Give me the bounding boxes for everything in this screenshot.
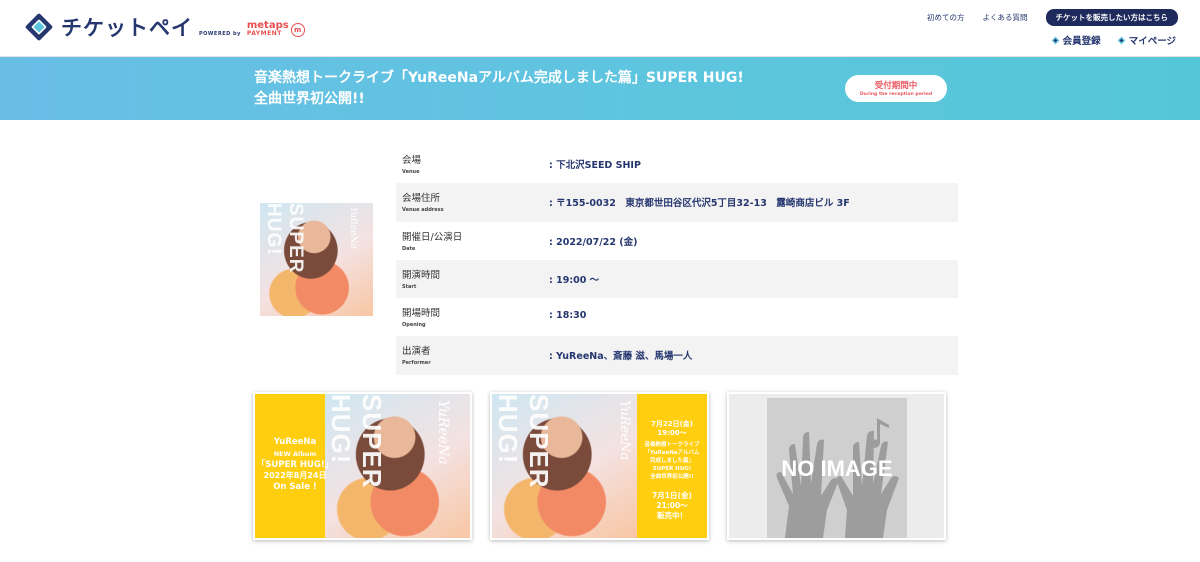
gallery-image-2[interactable]: SUPER HUG! YuReeNa 7月22日(金) 19:00～ 音楽熱想ト… xyxy=(490,392,709,540)
detail-row-performer: 出演者 Performer : YuReeNa、斎藤 滋、馬場一人 xyxy=(396,336,958,375)
register-link[interactable]: 会員登録 xyxy=(1051,33,1101,47)
partner-logo-bottom: PAYMENT xyxy=(246,29,282,37)
flyer-sale-date: 7月1日(金) xyxy=(652,491,692,500)
site-header: チケットペイ POWERED by metaps PAYMENT m 初めての方… xyxy=(0,0,1200,57)
header-user-nav: 会員登録 マイページ xyxy=(1035,33,1176,47)
detail-value: : YuReeNa、斎藤 滋、馬場一人 xyxy=(549,351,693,363)
gallery-image-3[interactable]: NO IMAGE xyxy=(727,392,946,540)
flyer-release-date: 2022年8月24日 xyxy=(263,471,327,480)
detail-value: : 2022/07/22 (金) xyxy=(549,236,638,248)
detail-label: 開催日/公演日 xyxy=(402,231,463,243)
detail-label-en: Venue xyxy=(402,169,420,175)
detail-value: : 18:30 xyxy=(549,310,587,322)
event-title: 音楽熱想トークライブ「YuReeNaアルバム完成しました篇」SUPER HUG!… xyxy=(254,70,744,107)
flyer-sale-time: 21:00～ xyxy=(656,501,688,510)
flyer-sale-text: On Sale ! xyxy=(273,482,317,492)
detail-label-en: Performer xyxy=(402,360,431,367)
event-main-image[interactable]: SUPER HUG! YuReeNa xyxy=(260,203,373,316)
flyer-artist-name: YuReeNa xyxy=(273,437,317,447)
partner-badge-icon: m xyxy=(290,23,305,37)
main-vertical-title: SUPER HUG! xyxy=(263,203,306,274)
diamond-icon xyxy=(1051,36,1059,44)
detail-row-opening: 開場時間 Opening : 18:30 xyxy=(396,298,958,336)
detail-label: 出演者 xyxy=(402,346,431,358)
diamond-icon xyxy=(1117,36,1126,44)
detail-label-en: Start xyxy=(402,283,417,290)
detail-value: : 下北沢SEED SHIP xyxy=(549,160,641,171)
main-script-title: YuReeNa xyxy=(348,207,358,249)
seller-button[interactable]: チケットを販売したい方はこちら xyxy=(1045,9,1178,26)
flyer-event-line: 完成しました篇」 xyxy=(649,458,694,464)
status-label-ja: 受付期間中 xyxy=(874,81,918,91)
event-details-table: 会場 Venue : 下北沢SEED SHIP 会場住所 Venue addre… xyxy=(396,145,958,375)
detail-row-address: 会場住所 Venue address : 〒155-0032 東京都世田谷区代沢… xyxy=(396,183,958,222)
flyer-album-label: NEW Album xyxy=(273,450,317,458)
detail-label-en: Opening xyxy=(402,322,426,329)
detail-value: : 〒155-0032 東京都世田谷区代沢5丁目32-13 露崎商店ビル 3F xyxy=(549,198,850,210)
detail-label: 会場住所 xyxy=(402,193,441,205)
detail-row-date: 開催日/公演日 Date : 2022/07/22 (金) xyxy=(396,222,958,260)
flyer-event-line: 音楽熱想トークライブ xyxy=(644,442,700,448)
flyer-event-line: SUPER HUG! xyxy=(652,466,692,472)
gallery-image-1[interactable]: SUPER HUG! YuReeNa YuReeNa NEW Album 「SU… xyxy=(253,392,472,540)
link-beginners[interactable]: 初めての方 xyxy=(927,12,965,23)
detail-label: 開演時間 xyxy=(402,269,441,281)
detail-label: 開場時間 xyxy=(402,308,441,320)
detail-row-start: 開演時間 Start : 19:00 ～ xyxy=(396,259,958,299)
mypage-label: マイページ xyxy=(1128,36,1176,47)
flyer-event-date: 7月22日(金) xyxy=(650,420,693,428)
detail-value: : 19:00 ～ xyxy=(549,274,600,286)
flyer-event-line: 全曲世界初公開!! xyxy=(650,474,694,480)
ticket-logo-icon xyxy=(25,13,53,41)
flyer-script-title: YuReeNa xyxy=(617,400,632,461)
no-image-text: NO IMAGE xyxy=(781,456,893,481)
status-label-en: During the reception period xyxy=(859,92,933,97)
flyer-script-title: YuReeNa xyxy=(435,400,451,465)
event-banner: 音楽熱想トークライブ「YuReeNaアルバム完成しました篇」SUPER HUG!… xyxy=(0,57,1200,120)
register-label: 会員登録 xyxy=(1062,36,1101,47)
detail-label: 会場 xyxy=(402,155,422,166)
partner-logo-top: metaps xyxy=(246,19,289,31)
flyer-sale-status: 販売中！ xyxy=(657,511,687,520)
detail-label-en: Venue address xyxy=(402,207,444,214)
site-logo[interactable]: チケットペイ POWERED by metaps PAYMENT m xyxy=(24,11,305,43)
status-badge: 受付期間中 During the reception period xyxy=(845,75,947,102)
link-faq[interactable]: よくある質問 xyxy=(983,12,1028,23)
header-top-links: 初めての方 よくある質問 チケットを販売したい方はこちら xyxy=(927,9,1178,26)
logo-text: チケットペイ xyxy=(61,16,193,40)
mypage-link[interactable]: マイページ xyxy=(1117,33,1176,47)
flyer-vertical-title: SUPER HUG! xyxy=(493,394,554,489)
flyer-album-title: 「SUPER HUG!」 xyxy=(256,460,334,470)
flyer-event-time: 19:00～ xyxy=(657,429,687,437)
partner-logo: metaps PAYMENT xyxy=(246,19,289,37)
flyer-event-line: 「YuReeNaアルバム xyxy=(644,450,700,456)
powered-by-text: POWERED by xyxy=(199,31,241,37)
detail-row-venue: 会場 Venue : 下北沢SEED SHIP xyxy=(396,145,958,183)
detail-label-en: Date xyxy=(402,245,416,252)
no-image-placeholder: NO IMAGE xyxy=(767,398,907,538)
